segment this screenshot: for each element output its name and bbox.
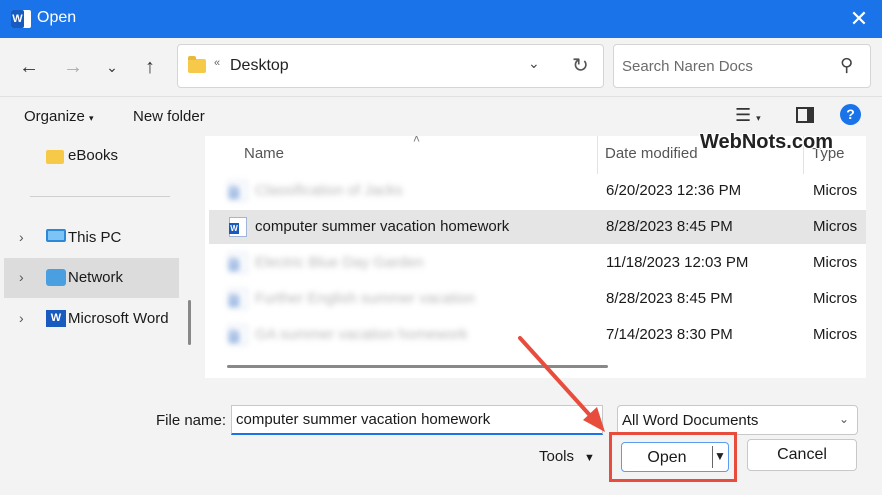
view-menu-icon[interactable]: ☰ ▾ xyxy=(735,105,761,126)
column-divider[interactable] xyxy=(597,136,598,174)
up-arrow-icon[interactable]: ↑ xyxy=(135,52,165,82)
word-icon: W xyxy=(46,310,66,327)
file-row-selected[interactable]: computer summer vacation homework 8/28/2… xyxy=(209,210,866,244)
file-name: GA summer vacation homework xyxy=(255,326,468,343)
file-date: 8/28/2023 8:45 PM xyxy=(606,290,733,307)
word-document-icon xyxy=(229,253,247,273)
folder-icon xyxy=(46,150,64,164)
sidebar-item-network[interactable]: › Network xyxy=(4,258,179,298)
file-type-filter-value: All Word Documents xyxy=(622,412,759,429)
file-row[interactable]: Electric Blue Day Garden 11/18/2023 12:0… xyxy=(209,246,866,280)
sidebar-item-microsoft-word[interactable]: › W Microsoft Word xyxy=(4,299,179,339)
navigation-bar: ← → ⌄ ↑ « Desktop ⌄ ↻ Search Naren Docs … xyxy=(0,38,882,94)
column-header-name[interactable]: Name xyxy=(244,145,284,162)
tools-button[interactable]: Tools ▼ xyxy=(539,448,595,465)
dialog-footer: File name: computer summer vacation home… xyxy=(0,378,882,495)
file-row[interactable]: Classification of Jacks 6/20/2023 12:36 … xyxy=(209,174,866,208)
word-document-icon xyxy=(229,289,247,309)
help-icon[interactable]: ? xyxy=(840,104,861,125)
word-app-icon: W xyxy=(11,10,31,28)
file-name: computer summer vacation homework xyxy=(255,218,510,235)
address-path[interactable]: Desktop xyxy=(230,57,289,75)
watermark-logo: WebNots.com xyxy=(700,131,833,153)
word-document-icon xyxy=(229,325,247,345)
file-date: 6/20/2023 12:36 PM xyxy=(606,182,742,199)
file-type: Micros xyxy=(813,254,858,271)
file-type: Micros xyxy=(813,182,858,199)
new-folder-button[interactable]: New folder xyxy=(133,108,205,125)
address-bar[interactable]: « Desktop ⌄ ↻ xyxy=(177,44,604,88)
preview-pane-icon[interactable] xyxy=(796,107,814,123)
file-type-filter[interactable]: All Word Documents ⌄ xyxy=(617,405,858,435)
open-button-label: Open xyxy=(647,449,687,466)
sidebar-scrollbar[interactable] xyxy=(188,300,191,345)
open-button-highlight: Open ▼ xyxy=(609,432,737,482)
window-title: Open xyxy=(37,9,77,26)
close-icon[interactable]: ✕ xyxy=(842,3,876,35)
navigation-pane: eBooks › This PC › Network › W Microsoft… xyxy=(0,136,180,378)
file-type: Micros xyxy=(813,290,858,307)
file-date: 7/14/2023 8:30 PM xyxy=(606,326,733,343)
sidebar-item-ebooks[interactable]: eBooks xyxy=(4,136,179,176)
split-divider xyxy=(712,446,713,468)
forward-arrow-icon[interactable]: → xyxy=(58,52,88,82)
file-date: 8/28/2023 8:45 PM xyxy=(606,218,733,235)
file-name: Classification of Jacks xyxy=(255,182,403,199)
chevron-right-icon[interactable]: › xyxy=(19,269,24,285)
sidebar-item-this-pc[interactable]: › This PC xyxy=(4,218,179,258)
sidebar-item-label: This PC xyxy=(68,229,122,246)
sidebar-item-label: eBooks xyxy=(68,147,119,164)
chevron-right-icon[interactable]: › xyxy=(19,310,24,326)
chevron-right-icon[interactable]: › xyxy=(19,229,24,245)
horizontal-scrollbar[interactable] xyxy=(227,365,608,368)
file-row[interactable]: GA summer vacation homework 7/14/2023 8:… xyxy=(209,318,866,352)
open-dropdown-arrow-icon[interactable]: ▼ xyxy=(714,449,726,463)
open-button[interactable]: Open ▼ xyxy=(621,442,729,472)
title-bar: W Open ✕ xyxy=(0,0,882,38)
file-date: 11/18/2023 12:03 PM xyxy=(606,254,749,271)
pc-icon xyxy=(46,229,66,242)
search-icon[interactable]: ⚲ xyxy=(840,55,853,76)
word-document-icon xyxy=(229,217,247,237)
organize-button[interactable]: Organize ▾ xyxy=(24,108,94,125)
refresh-icon[interactable]: ↻ xyxy=(572,53,589,78)
file-row[interactable]: Further English summer vacation 8/28/202… xyxy=(209,282,866,316)
column-header-date[interactable]: Date modified xyxy=(605,145,698,162)
back-arrow-icon[interactable]: ← xyxy=(14,52,44,82)
cancel-button[interactable]: Cancel xyxy=(747,439,857,471)
folder-icon xyxy=(188,56,206,73)
network-icon xyxy=(46,269,66,286)
file-name-input[interactable]: computer summer vacation homework xyxy=(231,405,603,435)
chevron-down-icon[interactable]: ⌄ xyxy=(528,55,540,72)
file-type: Micros xyxy=(813,218,858,235)
file-name: Further English summer vacation xyxy=(255,290,476,307)
command-toolbar: Organize ▾ New folder ☰ ▾ ? xyxy=(0,96,882,136)
chevron-down-icon: ⌄ xyxy=(838,412,849,426)
sidebar-item-label: Network xyxy=(68,269,124,286)
sidebar-item-label: Microsoft Word xyxy=(68,310,169,327)
file-name: Electric Blue Day Garden xyxy=(255,254,424,271)
search-input[interactable]: Search Naren Docs xyxy=(622,58,753,75)
file-type: Micros xyxy=(813,326,858,343)
file-name-label: File name: xyxy=(156,412,227,429)
file-list: Name ˄ Date modified Type Classification… xyxy=(205,136,866,378)
address-overflow-icon[interactable]: « xyxy=(214,57,220,69)
word-document-icon xyxy=(229,181,247,201)
sort-ascending-icon: ˄ xyxy=(413,136,421,146)
recent-locations-chevron-icon[interactable]: ⌄ xyxy=(97,52,127,82)
divider xyxy=(30,196,170,197)
search-box[interactable]: Search Naren Docs ⚲ xyxy=(613,44,871,88)
